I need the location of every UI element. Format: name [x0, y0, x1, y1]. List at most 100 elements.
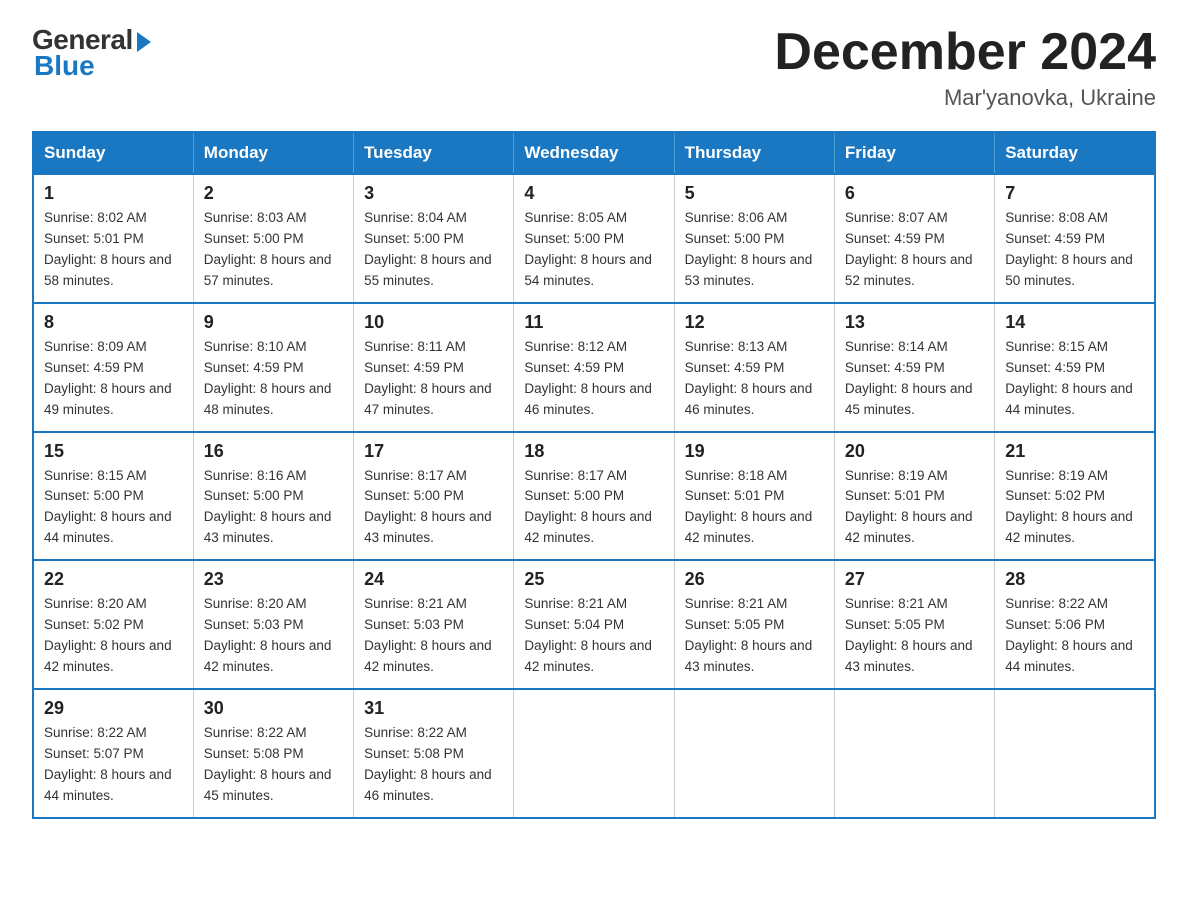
calendar-day-cell: 18 Sunrise: 8:17 AM Sunset: 5:00 PM Dayl… — [514, 432, 674, 561]
day-info: Sunrise: 8:06 AM Sunset: 5:00 PM Dayligh… — [685, 208, 824, 292]
calendar-day-cell: 1 Sunrise: 8:02 AM Sunset: 5:01 PM Dayli… — [33, 174, 193, 303]
calendar-day-cell: 4 Sunrise: 8:05 AM Sunset: 5:00 PM Dayli… — [514, 174, 674, 303]
day-info: Sunrise: 8:21 AM Sunset: 5:03 PM Dayligh… — [364, 594, 503, 678]
calendar-day-cell: 17 Sunrise: 8:17 AM Sunset: 5:00 PM Dayl… — [354, 432, 514, 561]
day-info: Sunrise: 8:13 AM Sunset: 4:59 PM Dayligh… — [685, 337, 824, 421]
daylight-label: Daylight: 8 hours and 50 minutes. — [1005, 252, 1133, 288]
daylight-label: Daylight: 8 hours and 45 minutes. — [204, 767, 332, 803]
sunset-label: Sunset: 5:04 PM — [524, 617, 624, 632]
day-of-week-header: Saturday — [995, 132, 1155, 174]
sunrise-label: Sunrise: 8:15 AM — [44, 468, 147, 483]
day-number: 3 — [364, 183, 503, 204]
calendar-day-cell: 31 Sunrise: 8:22 AM Sunset: 5:08 PM Dayl… — [354, 689, 514, 818]
sunrise-label: Sunrise: 8:21 AM — [524, 596, 627, 611]
sunrise-label: Sunrise: 8:05 AM — [524, 210, 627, 225]
calendar-day-cell: 8 Sunrise: 8:09 AM Sunset: 4:59 PM Dayli… — [33, 303, 193, 432]
calendar-day-cell: 16 Sunrise: 8:16 AM Sunset: 5:00 PM Dayl… — [193, 432, 353, 561]
sunset-label: Sunset: 4:59 PM — [44, 360, 144, 375]
sunset-label: Sunset: 5:02 PM — [1005, 488, 1105, 503]
sunset-label: Sunset: 4:59 PM — [685, 360, 785, 375]
day-number: 22 — [44, 569, 183, 590]
daylight-label: Daylight: 8 hours and 42 minutes. — [845, 509, 973, 545]
day-number: 26 — [685, 569, 824, 590]
day-number: 14 — [1005, 312, 1144, 333]
day-number: 23 — [204, 569, 343, 590]
day-number: 18 — [524, 441, 663, 462]
daylight-label: Daylight: 8 hours and 44 minutes. — [1005, 381, 1133, 417]
calendar-week-row: 15 Sunrise: 8:15 AM Sunset: 5:00 PM Dayl… — [33, 432, 1155, 561]
sunrise-label: Sunrise: 8:08 AM — [1005, 210, 1108, 225]
calendar-day-cell: 14 Sunrise: 8:15 AM Sunset: 4:59 PM Dayl… — [995, 303, 1155, 432]
sunset-label: Sunset: 5:07 PM — [44, 746, 144, 761]
day-info: Sunrise: 8:15 AM Sunset: 4:59 PM Dayligh… — [1005, 337, 1144, 421]
day-number: 27 — [845, 569, 984, 590]
sunrise-label: Sunrise: 8:22 AM — [204, 725, 307, 740]
daylight-label: Daylight: 8 hours and 44 minutes. — [44, 767, 172, 803]
calendar-week-row: 22 Sunrise: 8:20 AM Sunset: 5:02 PM Dayl… — [33, 560, 1155, 689]
sunrise-label: Sunrise: 8:02 AM — [44, 210, 147, 225]
day-of-week-header: Thursday — [674, 132, 834, 174]
calendar-day-cell — [834, 689, 994, 818]
calendar-day-cell: 12 Sunrise: 8:13 AM Sunset: 4:59 PM Dayl… — [674, 303, 834, 432]
daylight-label: Daylight: 8 hours and 43 minutes. — [204, 509, 332, 545]
daylight-label: Daylight: 8 hours and 46 minutes. — [524, 381, 652, 417]
day-number: 24 — [364, 569, 503, 590]
sunrise-label: Sunrise: 8:20 AM — [204, 596, 307, 611]
daylight-label: Daylight: 8 hours and 43 minutes. — [685, 638, 813, 674]
day-number: 28 — [1005, 569, 1144, 590]
sunrise-label: Sunrise: 8:14 AM — [845, 339, 948, 354]
day-number: 5 — [685, 183, 824, 204]
day-info: Sunrise: 8:09 AM Sunset: 4:59 PM Dayligh… — [44, 337, 183, 421]
sunrise-label: Sunrise: 8:21 AM — [364, 596, 467, 611]
calendar-day-cell: 3 Sunrise: 8:04 AM Sunset: 5:00 PM Dayli… — [354, 174, 514, 303]
sunrise-label: Sunrise: 8:17 AM — [364, 468, 467, 483]
day-of-week-header: Wednesday — [514, 132, 674, 174]
sunset-label: Sunset: 5:00 PM — [204, 231, 304, 246]
sunset-label: Sunset: 5:01 PM — [845, 488, 945, 503]
calendar-day-cell: 22 Sunrise: 8:20 AM Sunset: 5:02 PM Dayl… — [33, 560, 193, 689]
day-info: Sunrise: 8:21 AM Sunset: 5:04 PM Dayligh… — [524, 594, 663, 678]
day-number: 9 — [204, 312, 343, 333]
sunrise-label: Sunrise: 8:17 AM — [524, 468, 627, 483]
day-of-week-header: Monday — [193, 132, 353, 174]
sunset-label: Sunset: 4:59 PM — [845, 360, 945, 375]
sunset-label: Sunset: 5:05 PM — [845, 617, 945, 632]
sunrise-label: Sunrise: 8:10 AM — [204, 339, 307, 354]
day-number: 12 — [685, 312, 824, 333]
calendar-day-cell: 7 Sunrise: 8:08 AM Sunset: 4:59 PM Dayli… — [995, 174, 1155, 303]
daylight-label: Daylight: 8 hours and 57 minutes. — [204, 252, 332, 288]
sunset-label: Sunset: 5:08 PM — [364, 746, 464, 761]
daylight-label: Daylight: 8 hours and 45 minutes. — [845, 381, 973, 417]
calendar-day-cell: 10 Sunrise: 8:11 AM Sunset: 4:59 PM Dayl… — [354, 303, 514, 432]
calendar-day-cell: 2 Sunrise: 8:03 AM Sunset: 5:00 PM Dayli… — [193, 174, 353, 303]
day-number: 8 — [44, 312, 183, 333]
calendar-week-row: 1 Sunrise: 8:02 AM Sunset: 5:01 PM Dayli… — [33, 174, 1155, 303]
day-info: Sunrise: 8:17 AM Sunset: 5:00 PM Dayligh… — [524, 466, 663, 550]
sunrise-label: Sunrise: 8:16 AM — [204, 468, 307, 483]
day-info: Sunrise: 8:14 AM Sunset: 4:59 PM Dayligh… — [845, 337, 984, 421]
day-number: 31 — [364, 698, 503, 719]
daylight-label: Daylight: 8 hours and 49 minutes. — [44, 381, 172, 417]
sunset-label: Sunset: 5:01 PM — [44, 231, 144, 246]
day-number: 29 — [44, 698, 183, 719]
calendar-header: SundayMondayTuesdayWednesdayThursdayFrid… — [33, 132, 1155, 174]
sunset-label: Sunset: 5:03 PM — [364, 617, 464, 632]
sunset-label: Sunset: 5:00 PM — [364, 488, 464, 503]
daylight-label: Daylight: 8 hours and 43 minutes. — [845, 638, 973, 674]
day-info: Sunrise: 8:21 AM Sunset: 5:05 PM Dayligh… — [845, 594, 984, 678]
day-number: 6 — [845, 183, 984, 204]
daylight-label: Daylight: 8 hours and 54 minutes. — [524, 252, 652, 288]
daylight-label: Daylight: 8 hours and 42 minutes. — [1005, 509, 1133, 545]
day-info: Sunrise: 8:10 AM Sunset: 4:59 PM Dayligh… — [204, 337, 343, 421]
sunset-label: Sunset: 5:06 PM — [1005, 617, 1105, 632]
daylight-label: Daylight: 8 hours and 53 minutes. — [685, 252, 813, 288]
location-label: Mar'yanovka, Ukraine — [774, 85, 1156, 111]
sunrise-label: Sunrise: 8:03 AM — [204, 210, 307, 225]
sunrise-label: Sunrise: 8:15 AM — [1005, 339, 1108, 354]
day-number: 25 — [524, 569, 663, 590]
day-of-week-header: Tuesday — [354, 132, 514, 174]
day-info: Sunrise: 8:08 AM Sunset: 4:59 PM Dayligh… — [1005, 208, 1144, 292]
day-info: Sunrise: 8:15 AM Sunset: 5:00 PM Dayligh… — [44, 466, 183, 550]
day-info: Sunrise: 8:20 AM Sunset: 5:02 PM Dayligh… — [44, 594, 183, 678]
sunset-label: Sunset: 4:59 PM — [845, 231, 945, 246]
